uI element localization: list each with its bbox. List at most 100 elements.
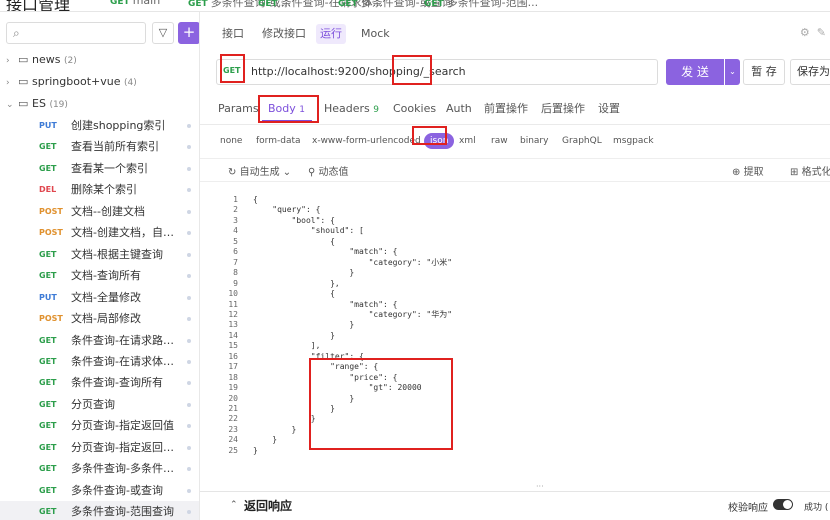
body-type-1[interactable]: form-data [256,133,301,149]
stash-button[interactable]: 暂 存 [743,59,785,85]
sidebar-item-label: 文档-创建文档，自定... [71,226,181,240]
sidebar-item[interactable]: GET 多条件查询-或查询 [0,480,199,501]
request-tab-6[interactable]: 后置操作 [541,100,585,118]
search-input[interactable] [29,25,139,41]
sidebar-item[interactable]: PUT 创建shopping索引 [0,115,199,136]
code-text: } [253,393,355,403]
app-window: 接口管理 GET main GET 多条件查询-或... GET 条件查询-在请求体...… [0,0,830,520]
method-badge: GET [39,356,57,366]
status-dot [187,338,191,343]
code-line: 3 "bool": { [200,216,830,226]
body-type-7[interactable]: GraphQL [562,133,602,149]
body-type-5[interactable]: raw [491,133,508,149]
top-tab[interactable]: GET main [110,0,160,7]
sidebar-item[interactable]: GET 文档-查询所有 [0,265,199,286]
method-badge: POST [39,206,63,216]
send-button[interactable]: 发 送 [666,59,724,85]
request-tab-0[interactable]: Params [218,100,259,118]
sidebar-item[interactable]: GET 分页查询-指定返回值 [0,415,199,436]
method-badge: POST [39,314,63,324]
request-tab-badge: 9 [373,105,380,115]
body-type-6[interactable]: binary [520,133,548,149]
status-dot [187,402,191,407]
validate-toggle[interactable] [773,499,793,510]
filter-button[interactable]: ▽ [152,22,174,44]
request-tab-2[interactable]: Headers 9 [324,100,379,118]
url-bar[interactable]: GET http://localhost:9200/shopping/_sear… [216,59,658,85]
folder-toggle-icon[interactable]: › [6,73,18,93]
extract-button[interactable]: ⊕ 提取 [732,163,764,178]
code-line: 19 "gt": 20000 [200,383,830,393]
request-tab-7[interactable]: 设置 [598,100,620,118]
url-input[interactable]: http://localhost:9200/shopping/_search [251,65,466,78]
code-line: 25} [200,446,830,456]
sidebar-folder-2[interactable]: ⌄ ▭ ES (19) [6,94,68,114]
sidebar-item[interactable]: GET 分页查询 [0,394,199,415]
save-as-button[interactable]: 保存为 [790,59,830,85]
collapse-icon[interactable]: ⌃ [230,500,238,510]
sidebar-item[interactable]: GET 文档-根据主键查询 [0,244,199,265]
code-text: "category": "华为" [253,309,453,319]
code-text: } [253,330,335,340]
request-tab-4[interactable]: Auth [446,100,472,118]
request-tab-1[interactable]: Body 1 [268,100,305,118]
sidebar-item[interactable]: GET 多条件查询-范围查询 [0,501,199,520]
method-badge: GET [39,378,57,388]
code-text: "range": { [253,362,379,372]
body-type-0[interactable]: none [220,133,242,149]
line-number: 3 [233,215,238,225]
chevron-down-icon: ⌄ [729,67,736,76]
status-dot [187,295,191,300]
request-tab-5[interactable]: 前置操作 [484,100,528,118]
sidebar-item[interactable]: GET 查看当前所有索引 [0,136,199,157]
folder-toggle-icon[interactable]: ⌄ [6,95,18,115]
status-dot [187,381,191,386]
tab-1[interactable]: 修改接口 [258,24,310,44]
sidebar-item-label: 查看当前所有索引 [71,140,159,154]
method-badge: DEL [39,185,57,195]
sidebar-item[interactable]: GET 条件查询-查询所有 [0,372,199,393]
search-box[interactable]: ⌕ [6,22,146,44]
body-type-8[interactable]: msgpack [613,133,654,149]
method-select[interactable]: GET [223,66,241,75]
sidebar-folder-1[interactable]: › ▭ springboot+vue (4) [6,72,137,92]
app-title: 接口管理 [6,0,71,12]
sidebar-item[interactable]: GET 多条件查询-多条件同... [0,458,199,479]
code-text: } [253,414,316,424]
extract-icon: ⊕ [732,167,741,178]
add-button[interactable]: + [178,22,199,44]
body-type-3[interactable]: json [424,133,455,149]
sidebar-item-label: 分页查询-指定返回值 [71,419,174,433]
sidebar-item[interactable]: DEL 删除某个索引 [0,179,199,200]
sidebar-item[interactable]: POST 文档--创建文档 [0,201,199,222]
edit-icon[interactable]: ✎ [817,26,826,39]
body-type-2[interactable]: x-www-form-urlencoded [312,133,421,149]
tab-0[interactable]: 接口 [218,24,248,44]
json-editor[interactable]: 1{2 "query": {3 "bool": {4 "should": [5 … [200,183,830,493]
send-dropdown-button[interactable]: ⌄ [725,59,740,85]
tab-2[interactable]: 运行 [316,24,346,44]
sidebar-item[interactable]: PUT 文档-全量修改 [0,287,199,308]
method-badge: GET [39,442,57,452]
autogen-button[interactable]: ↻ 自动生成 ⌄ [228,163,291,178]
code-line: 16 "filter": { [200,352,830,362]
sidebar-folder-0[interactable]: › ▭ news (2) [6,50,77,70]
main-panel: 接口 修改接口 运行 Mock ⚙ ✎ GET http://localhost:92… [200,12,830,520]
folder-toggle-icon[interactable]: › [6,51,18,71]
sidebar-item[interactable]: GET 条件查询-在请求路径... [0,330,199,351]
body-type-4[interactable]: xml [459,133,476,149]
sidebar-item[interactable]: GET 条件查询-在请求体中... [0,351,199,372]
sidebar-item[interactable]: POST 文档-创建文档，自定... [0,222,199,243]
settings-icon[interactable]: ⚙ [800,26,810,39]
dynamic-value-button[interactable]: ⚲ 动态值 [308,163,349,178]
sidebar-item[interactable]: GET 分页查询-指定返回值... [0,437,199,458]
line-number: 6 [233,247,238,257]
top-tab[interactable]: GET 多条件查询-范围... [424,0,538,10]
tab-3[interactable]: Mock [357,24,394,44]
format-button[interactable]: ⊞ 格式化 [790,163,830,178]
sidebar-item[interactable]: POST 文档-局部修改 [0,308,199,329]
drag-handle-icon[interactable]: ··· [536,482,544,491]
method-badge: GET [39,421,57,431]
sidebar-item[interactable]: GET 查看某一个索引 [0,158,199,179]
request-tab-3[interactable]: Cookies [393,100,436,118]
